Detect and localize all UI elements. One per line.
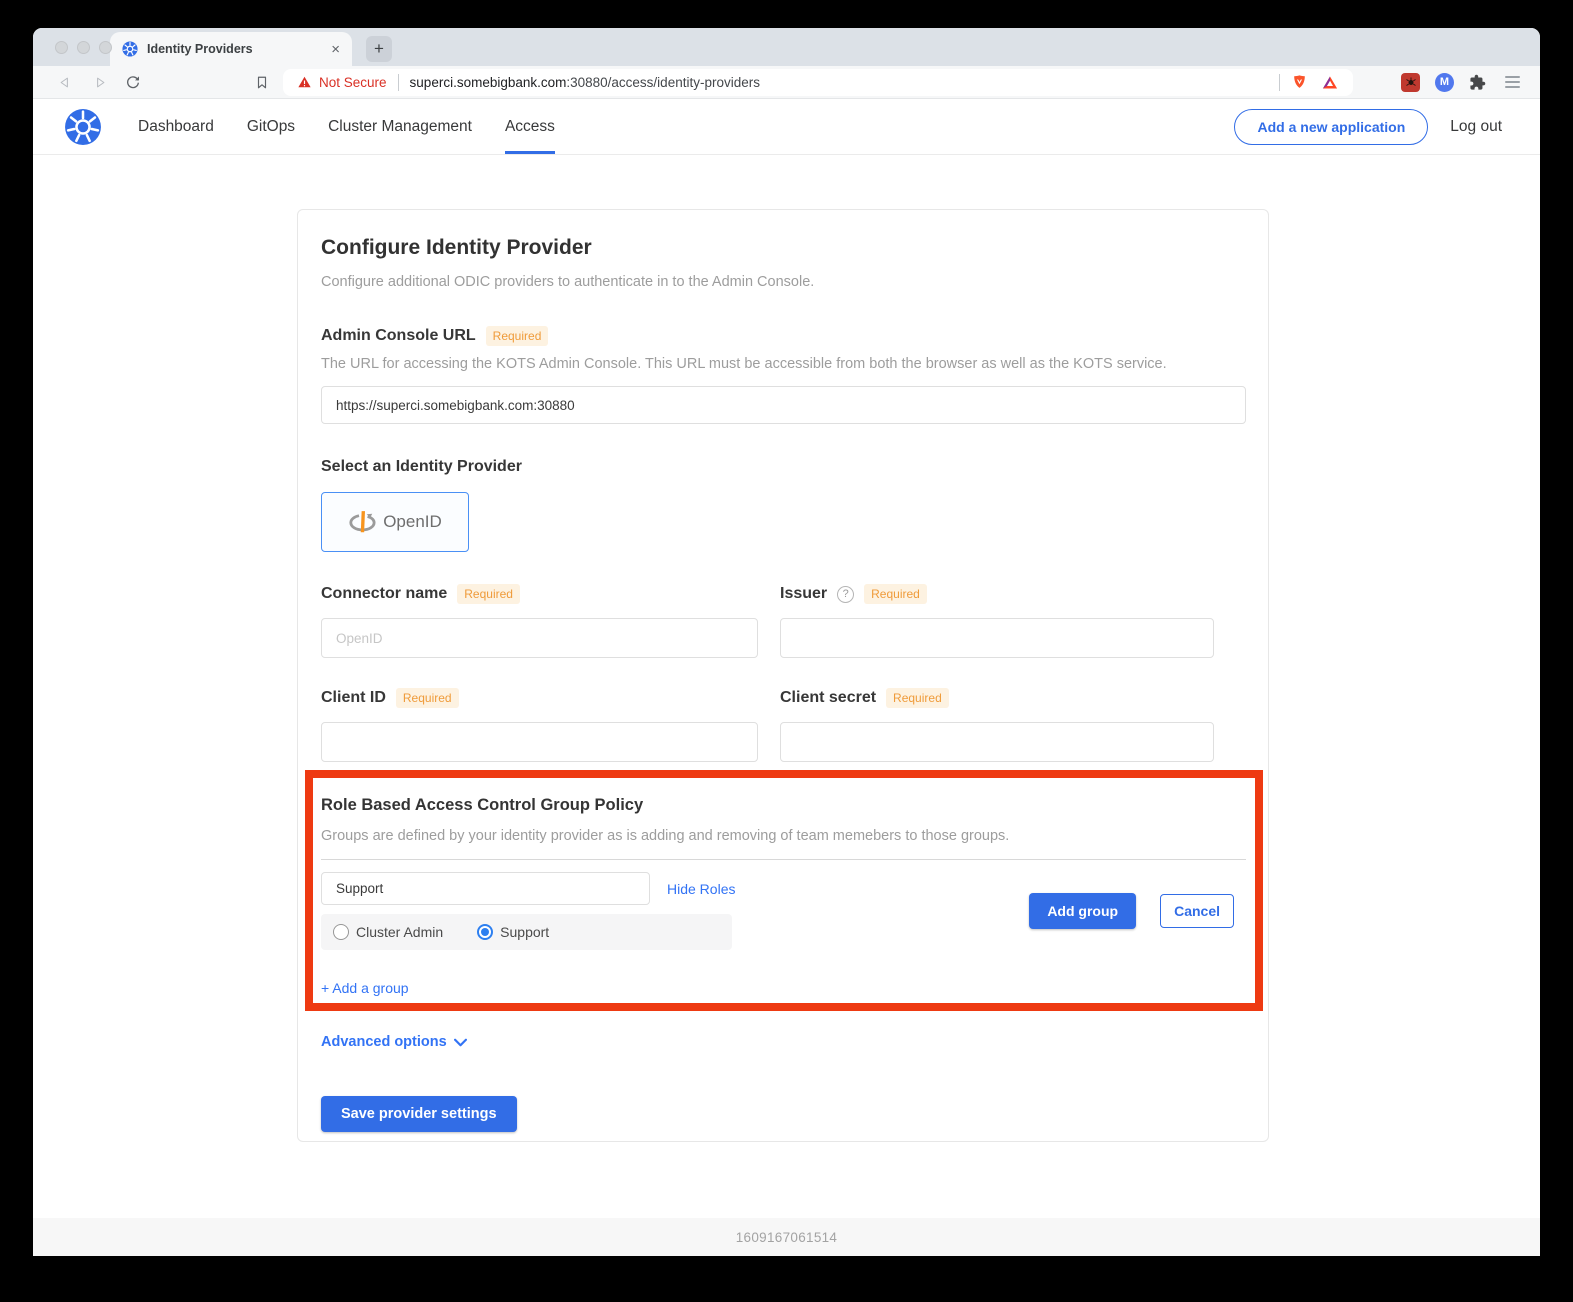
address-bar[interactable]: Not Secure superci.somebigbank.com:30880… — [283, 69, 1353, 96]
minimize-window-button[interactable] — [77, 41, 90, 54]
add-application-button[interactable]: Add a new application — [1234, 109, 1428, 145]
footer-timestamp: 1609167061514 — [736, 1230, 838, 1245]
nav-item-access[interactable]: Access — [505, 99, 555, 154]
url-path: :30880/access/identity-providers — [566, 75, 760, 90]
openid-logo-icon — [348, 510, 376, 535]
admin-console-url-label: Admin Console URL — [321, 327, 476, 345]
divider — [321, 859, 1246, 860]
bat-rewards-icon[interactable] — [1321, 74, 1339, 91]
page-subtitle: Configure additional ODIC providers to a… — [321, 274, 1246, 290]
rbac-subtitle: Groups are defined by your identity prov… — [321, 828, 1246, 844]
extension-icon-m[interactable]: M — [1435, 73, 1454, 92]
required-badge: Required — [864, 584, 927, 604]
brave-shield-icon[interactable] — [1291, 73, 1308, 92]
page-title: Configure Identity Provider — [321, 236, 1246, 260]
reload-icon — [125, 74, 141, 90]
radio-unselected-icon — [333, 924, 349, 940]
kubernetes-favicon-icon — [122, 41, 138, 57]
nav-links: Dashboard GitOps Cluster Management Acce… — [138, 99, 555, 154]
save-provider-settings-button[interactable]: Save provider settings — [321, 1096, 517, 1132]
required-badge: Required — [886, 688, 949, 708]
not-secure-label: Not Secure — [319, 75, 387, 90]
kubernetes-logo-icon[interactable] — [64, 108, 102, 146]
cancel-button[interactable]: Cancel — [1160, 894, 1234, 928]
radio-label-cluster-admin: Cluster Admin — [356, 924, 443, 940]
client-secret-input[interactable] — [780, 722, 1214, 762]
new-tab-button[interactable]: + — [366, 36, 392, 62]
bookmark-icon — [255, 74, 269, 91]
radio-selected-icon — [477, 924, 493, 940]
logout-link[interactable]: Log out — [1450, 118, 1502, 136]
rbac-title: Role Based Access Control Group Policy — [321, 796, 1246, 815]
extension-icon-red[interactable] — [1401, 73, 1420, 92]
url-host: superci.somebigbank.com — [410, 75, 567, 90]
bookmark-button[interactable] — [255, 74, 269, 91]
bug-glyph-icon — [1405, 76, 1417, 88]
help-icon[interactable]: ? — [837, 586, 854, 603]
required-badge: Required — [486, 326, 549, 346]
issuer-label: Issuer — [780, 585, 827, 603]
browser-tab[interactable]: Identity Providers × — [110, 32, 352, 66]
browser-menu-button[interactable] — [1505, 76, 1520, 88]
add-group-button[interactable]: Add group — [1029, 893, 1136, 929]
app-navbar: Dashboard GitOps Cluster Management Acce… — [33, 99, 1540, 155]
main-content: Configure Identity Provider Configure ad… — [33, 209, 1540, 1142]
warning-triangle-icon — [297, 75, 312, 89]
radio-option-support[interactable]: Support — [477, 924, 549, 940]
admin-console-url-help: The URL for accessing the KOTS Admin Con… — [321, 356, 1246, 372]
close-window-button[interactable] — [55, 41, 68, 54]
divider — [398, 74, 399, 91]
openid-provider-tile[interactable]: OpenID — [321, 492, 469, 552]
extensions-puzzle-icon[interactable] — [1469, 74, 1486, 91]
openid-label: OpenID — [383, 512, 442, 532]
tab-title: Identity Providers — [147, 42, 322, 56]
nav-item-dashboard[interactable]: Dashboard — [138, 99, 214, 154]
nav-item-cluster-management[interactable]: Cluster Management — [328, 99, 472, 154]
traffic-lights — [55, 41, 112, 54]
identity-provider-card: Configure Identity Provider Configure ad… — [297, 209, 1269, 1142]
forward-icon — [92, 75, 107, 90]
back-icon — [58, 75, 73, 90]
required-badge: Required — [396, 688, 459, 708]
client-secret-label: Client secret — [780, 689, 876, 707]
radio-label-support: Support — [500, 924, 549, 940]
connector-name-label: Connector name — [321, 585, 447, 603]
rbac-section: Role Based Access Control Group Policy G… — [321, 796, 1246, 998]
client-id-input[interactable] — [321, 722, 758, 762]
browser-window: Identity Providers × + — [33, 28, 1540, 1256]
reload-button[interactable] — [121, 70, 145, 94]
tab-strip: Identity Providers × + — [33, 28, 1540, 66]
browser-toolbar: Not Secure superci.somebigbank.com:30880… — [33, 66, 1540, 99]
zoom-window-button[interactable] — [99, 41, 112, 54]
issuer-input[interactable] — [780, 618, 1214, 658]
roles-panel: Cluster Admin Support — [321, 914, 732, 950]
select-provider-label: Select an Identity Provider — [321, 458, 1246, 476]
tab-close-button[interactable]: × — [331, 41, 340, 58]
group-editor: Hide Roles Cluster Admin Support — [321, 872, 1246, 950]
footer-bar: 1609167061514 — [33, 1218, 1540, 1256]
required-badge: Required — [457, 584, 520, 604]
url-text: superci.somebigbank.com:30880/access/ide… — [410, 75, 760, 90]
divider — [1279, 74, 1280, 91]
forward-button[interactable] — [87, 70, 111, 94]
group-name-input[interactable] — [321, 872, 650, 905]
nav-item-gitops[interactable]: GitOps — [247, 99, 295, 154]
radio-option-cluster-admin[interactable]: Cluster Admin — [333, 924, 443, 940]
add-a-group-link[interactable]: + Add a group — [321, 980, 409, 996]
hide-roles-link[interactable]: Hide Roles — [667, 881, 735, 897]
client-id-label: Client ID — [321, 689, 386, 707]
connector-name-input[interactable] — [321, 618, 758, 658]
chevron-down-icon — [454, 1038, 467, 1047]
back-button[interactable] — [53, 70, 77, 94]
admin-console-url-input[interactable] — [321, 386, 1246, 424]
advanced-options-link[interactable]: Advanced options — [321, 1034, 447, 1050]
